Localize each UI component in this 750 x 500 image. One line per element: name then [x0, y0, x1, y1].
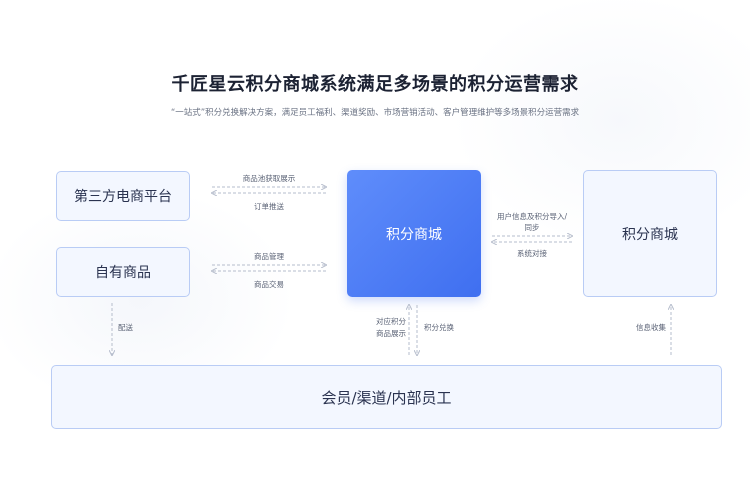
label-points-show-line2: 商品展示 [376, 329, 406, 338]
label-user-info-line2: 同步 [524, 223, 540, 232]
label-goods-pool: 商品池获取展示 [242, 174, 296, 183]
label-points-exchange: 积分兑换 [424, 323, 454, 332]
label-user-info-line1: 用户信息及积分导入/ [496, 212, 568, 221]
label-info-collect: 信息收集 [636, 323, 666, 332]
connector-arrows [0, 0, 750, 500]
label-order-push: 订单推送 [254, 202, 284, 211]
label-points-show-line1: 对应积分 [376, 317, 406, 326]
label-goods-mgmt: 商品管理 [254, 252, 284, 261]
label-goods-trade: 商品交易 [254, 280, 284, 289]
label-system-connect: 系统对接 [517, 249, 547, 258]
label-delivery: 配送 [118, 323, 133, 332]
